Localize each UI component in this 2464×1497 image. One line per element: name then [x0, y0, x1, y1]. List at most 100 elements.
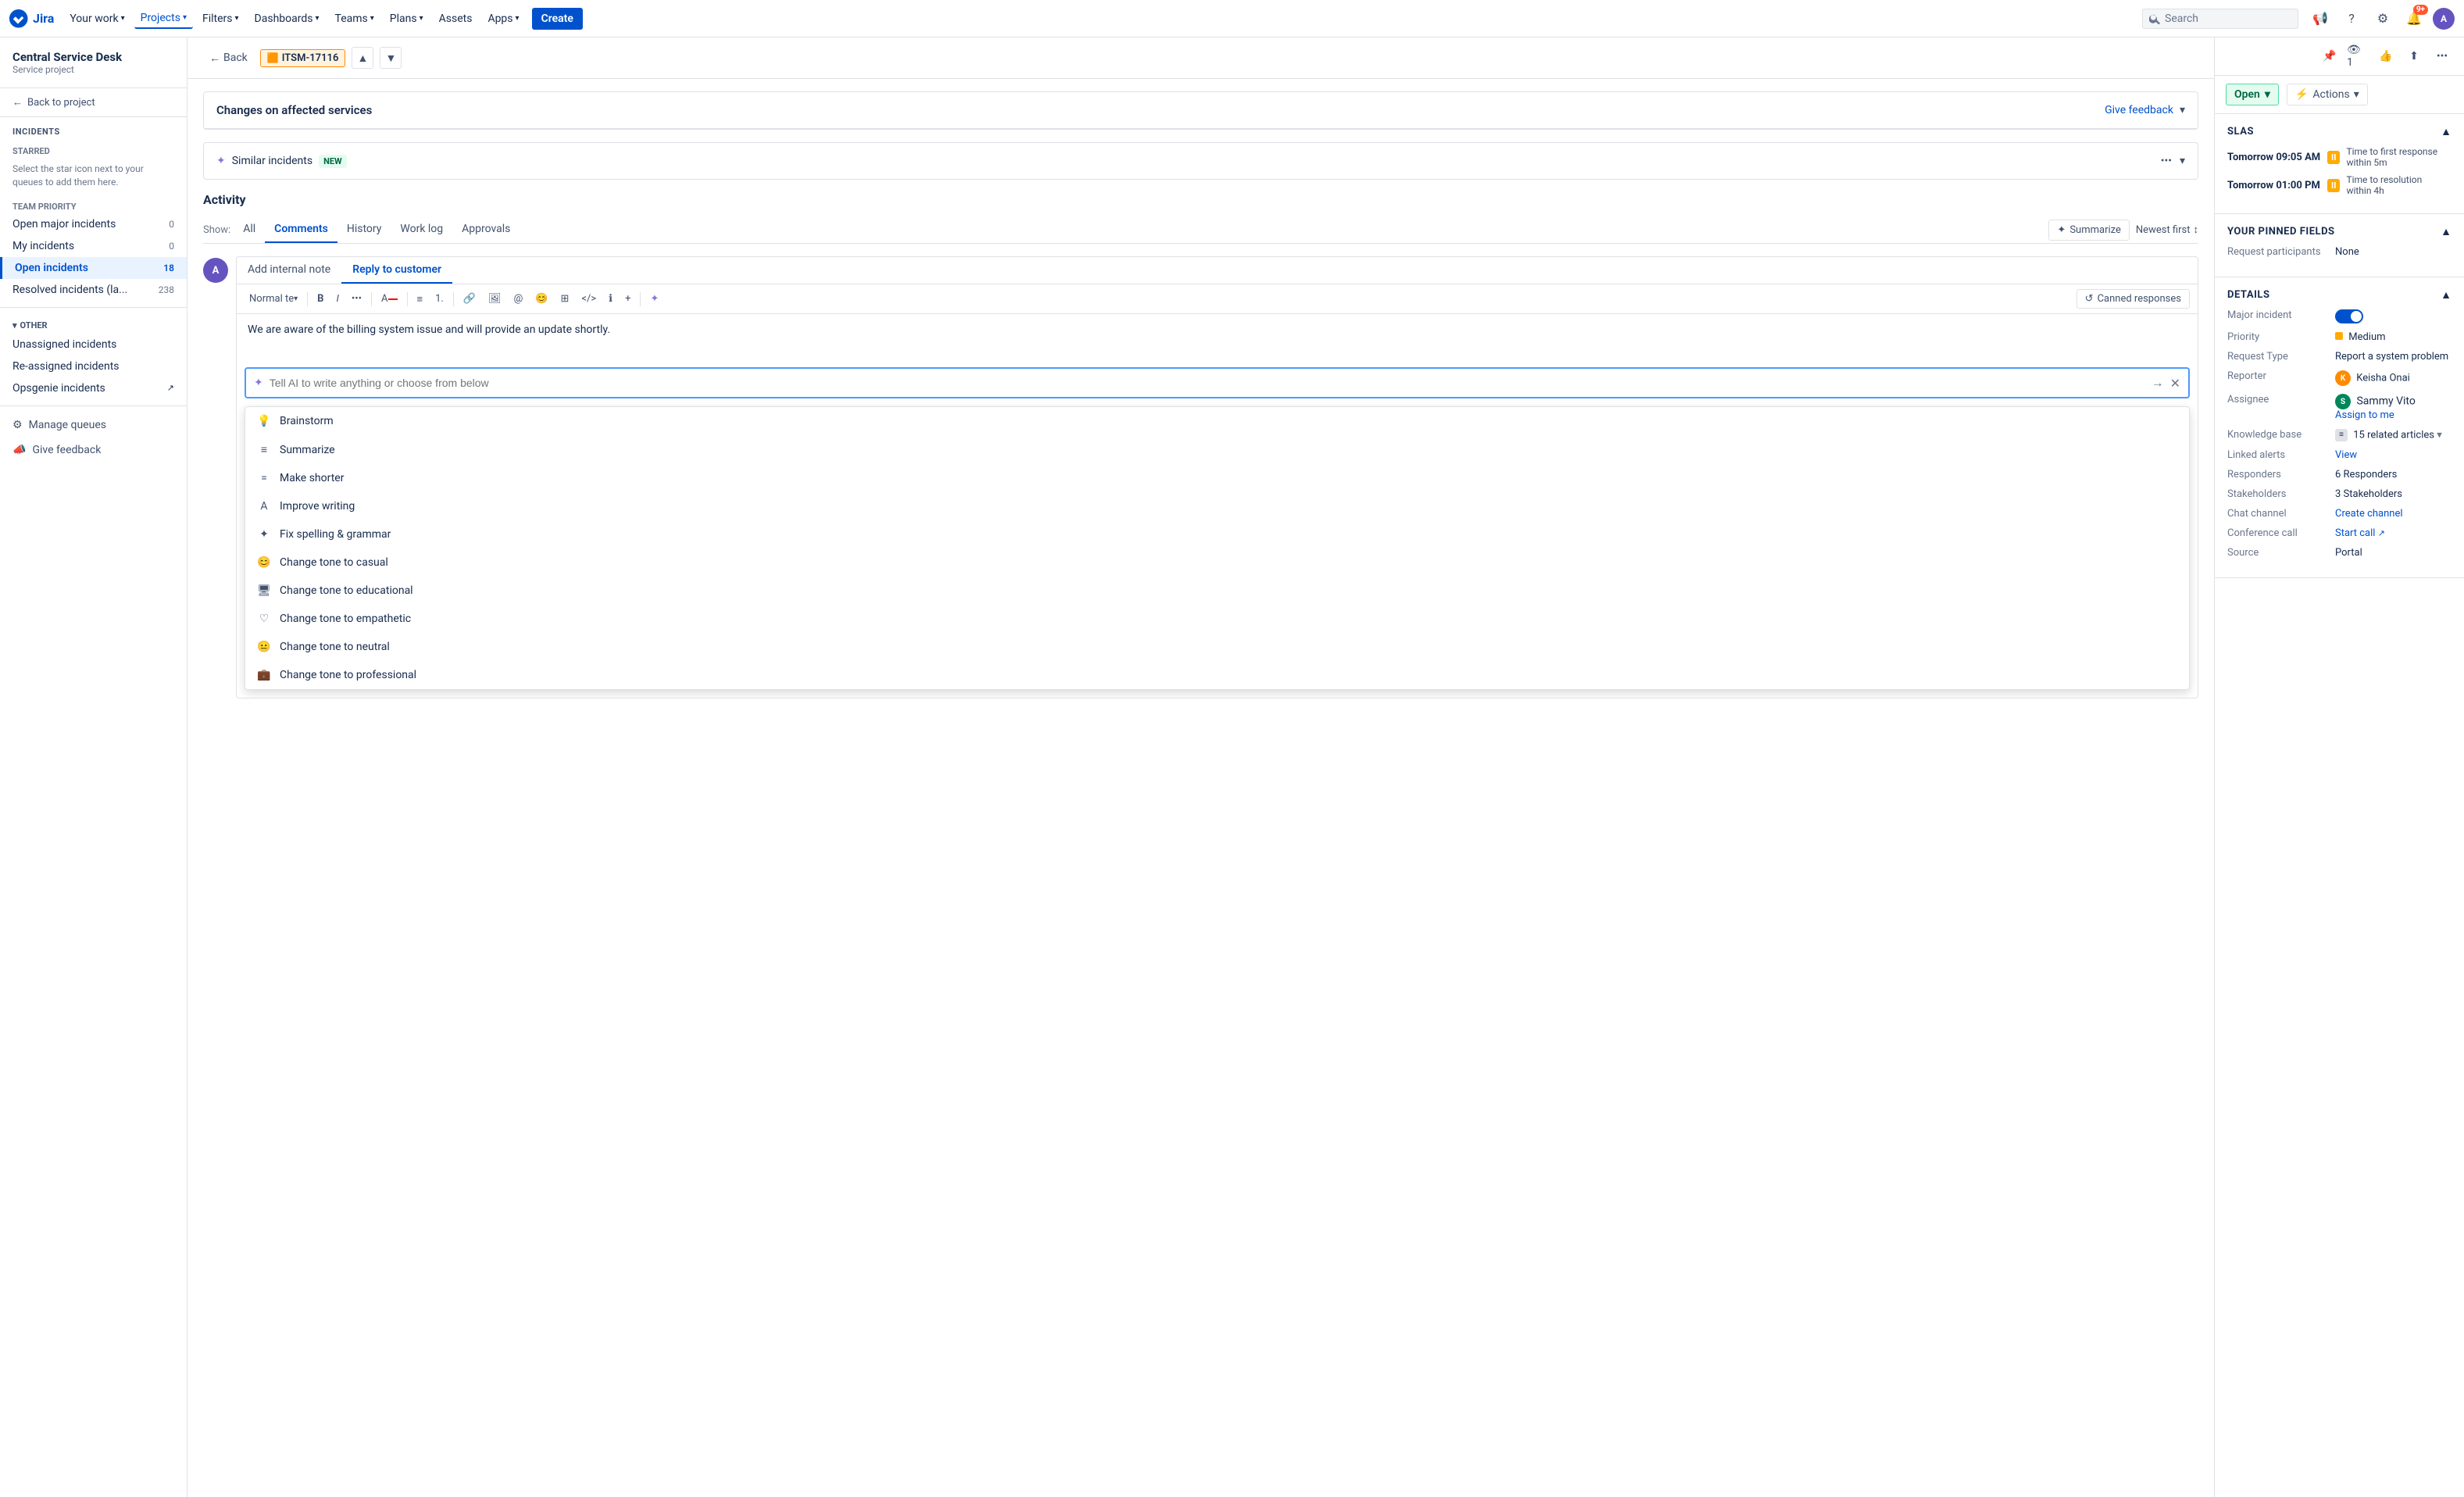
bullet-list-button[interactable]: ≡ [412, 291, 428, 308]
ai-send-icon[interactable]: → [2152, 375, 2164, 391]
ai-item-brainstorm[interactable]: 💡 Brainstorm [245, 407, 2189, 435]
ai-item-tone-neutral[interactable]: 😐 Change tone to neutral [245, 633, 2189, 661]
more-format-button[interactable]: ••• [347, 291, 366, 307]
pin-icon[interactable]: 📌 [2319, 45, 2341, 67]
manage-queues[interactable]: ⚙ Manage queues [0, 413, 187, 438]
improve-writing-label: Improve writing [280, 500, 355, 513]
nav-apps[interactable]: Apps ▾ [481, 9, 525, 28]
user-avatar[interactable]: A [2433, 8, 2455, 30]
ai-item-fix-spelling[interactable]: ✦ Fix spelling & grammar [245, 520, 2189, 548]
sidebar-item-open-major[interactable]: Open major incidents 0 [0, 213, 187, 235]
ai-item-tone-educational[interactable]: 🖥 Change tone to educational [245, 577, 2189, 605]
tone-educational-label: Change tone to educational [280, 584, 413, 597]
share-icon[interactable]: ⬆ [2403, 45, 2425, 67]
sparkle-icon: ✦ [216, 155, 226, 167]
bold-button[interactable]: B [312, 291, 328, 307]
similar-collapse-icon[interactable]: ▾ [2180, 155, 2185, 167]
italic-button[interactable]: I [331, 291, 343, 307]
mention-button[interactable]: @ [509, 291, 528, 307]
notifications-icon[interactable]: 🔔 9+ [2402, 6, 2427, 31]
numbered-list-button[interactable]: 1. [430, 291, 448, 307]
back-button[interactable]: ← Back [203, 48, 254, 68]
nav-your-work[interactable]: Your work ▾ [63, 9, 130, 28]
summarize-button[interactable]: ✦ Summarize [2048, 220, 2129, 241]
table-button[interactable]: ⊞ [555, 291, 573, 307]
emoji-button[interactable]: 😊 [530, 291, 552, 307]
sidebar-item-open-incidents[interactable]: Open incidents 18 [0, 257, 187, 279]
assign-to-me-link[interactable]: Assign to me [2335, 409, 2416, 421]
ai-text-input[interactable] [270, 377, 2145, 389]
ai-item-make-shorter[interactable]: = Make shorter [245, 464, 2189, 492]
sidebar-item-resolved[interactable]: Resolved incidents (la... 238 [0, 279, 187, 301]
jira-logo[interactable]: Jira [9, 9, 54, 28]
linked-alerts-value[interactable]: View [2335, 449, 2357, 461]
nav-projects[interactable]: Projects ▾ [134, 9, 193, 29]
back-label: Back to project [27, 97, 95, 109]
sla-row-2: Tomorrow 01:00 PM II Time to resolution … [2227, 174, 2452, 196]
details-header[interactable]: Details ▲ [2227, 288, 2452, 302]
search-bar[interactable]: Search [2142, 9, 2298, 29]
activity-right-controls: ✦ Summarize Newest first ↕ [2048, 220, 2198, 241]
tab-approvals[interactable]: Approvals [452, 216, 520, 243]
editor-content-area[interactable]: We are aware of the billing system issue… [237, 314, 2198, 361]
ai-close-icon[interactable]: ✕ [2170, 376, 2180, 391]
issue-nav-up[interactable]: ▲ [352, 47, 373, 69]
give-feedback-link[interactable]: Give feedback [2105, 104, 2173, 116]
text-style-dropdown[interactable]: Normal te▾ [245, 291, 302, 307]
issue-header: ← Back 🟧 ITSM-17116 ▲ ▼ [187, 38, 2214, 79]
create-button[interactable]: Create [532, 8, 583, 30]
image-button[interactable]: 🖼 [484, 291, 506, 307]
collapse-icon[interactable]: ▾ [2180, 104, 2185, 116]
status-button[interactable]: Open ▾ [2226, 84, 2279, 105]
actions-button[interactable]: ⚡ Actions ▾ [2287, 84, 2368, 105]
nav-dashboards[interactable]: Dashboards ▾ [248, 9, 326, 28]
back-to-project[interactable]: ← Back to project [0, 88, 187, 117]
watch-icon[interactable]: 👁 1 [2347, 45, 2369, 67]
more-options-button[interactable]: ••• [2156, 152, 2177, 170]
sla-header[interactable]: SLAs ▲ [2227, 125, 2452, 138]
responders-label: Responders [2227, 469, 2329, 481]
tab-reply-customer[interactable]: Reply to customer [341, 257, 452, 284]
sidebar-item-opsgenie[interactable]: Opsgenie incidents ↗ [0, 377, 187, 399]
other-section-header[interactable]: ▾ OTHER [0, 314, 187, 334]
newest-first-button[interactable]: Newest first ↕ [2136, 223, 2198, 236]
more-actions-icon[interactable]: ••• [2431, 45, 2453, 67]
thumbsup-icon[interactable]: 👍 [2375, 45, 2397, 67]
info-button[interactable]: ℹ [604, 291, 617, 307]
ai-item-improve-writing[interactable]: A Improve writing [245, 492, 2189, 520]
field-responders: Responders 6 Responders [2227, 469, 2452, 481]
insert-button[interactable]: + [620, 291, 635, 307]
nav-filters[interactable]: Filters ▾ [196, 9, 245, 28]
code-button[interactable]: </> [577, 291, 601, 307]
tab-history[interactable]: History [337, 216, 391, 243]
announcements-icon[interactable]: 📢 [2308, 6, 2333, 31]
nav-assets[interactable]: Assets [433, 9, 479, 28]
tab-worklog[interactable]: Work log [391, 216, 452, 243]
issue-nav-down[interactable]: ▼ [380, 47, 402, 69]
ai-item-tone-professional[interactable]: 💼 Change tone to professional [245, 661, 2189, 689]
ai-item-tone-casual[interactable]: 😊 Change tone to casual [245, 548, 2189, 577]
settings-icon[interactable]: ⚙ [2370, 6, 2395, 31]
text-color-button[interactable]: A [377, 291, 402, 307]
sidebar-item-reassigned[interactable]: Re-assigned incidents [0, 355, 187, 377]
sidebar-item-unassigned[interactable]: Unassigned incidents [0, 334, 187, 355]
field-major-incident: Major incident [2227, 309, 2452, 323]
tab-comments[interactable]: Comments [265, 216, 337, 243]
canned-responses-button[interactable]: ↺ Canned responses [2077, 289, 2190, 309]
sidebar-item-my-incidents[interactable]: My incidents 0 [0, 235, 187, 257]
pinned-fields-header[interactable]: Your pinned fields ▲ [2227, 225, 2452, 238]
tab-internal-note[interactable]: Add internal note [237, 257, 341, 284]
major-incident-toggle[interactable] [2335, 309, 2363, 323]
nav-teams[interactable]: Teams ▾ [329, 9, 380, 28]
chat-channel-value[interactable]: Create channel [2335, 508, 2403, 520]
ai-item-tone-empathetic[interactable]: ♡ Change tone to empathetic [245, 605, 2189, 633]
ai-assist-button[interactable]: ✦ [645, 291, 663, 307]
link-button[interactable]: 🔗 [459, 291, 480, 307]
conference-call-value[interactable]: Start call ↗ [2335, 527, 2385, 539]
sidebar: Central Service Desk Service project ← B… [0, 38, 187, 1497]
ai-item-summarize[interactable]: ≡ Summarize [245, 435, 2189, 464]
give-feedback[interactable]: 📣 Give feedback [0, 438, 187, 463]
nav-plans[interactable]: Plans ▾ [384, 9, 430, 28]
tab-all[interactable]: All [234, 216, 265, 243]
help-icon[interactable]: ? [2339, 6, 2364, 31]
